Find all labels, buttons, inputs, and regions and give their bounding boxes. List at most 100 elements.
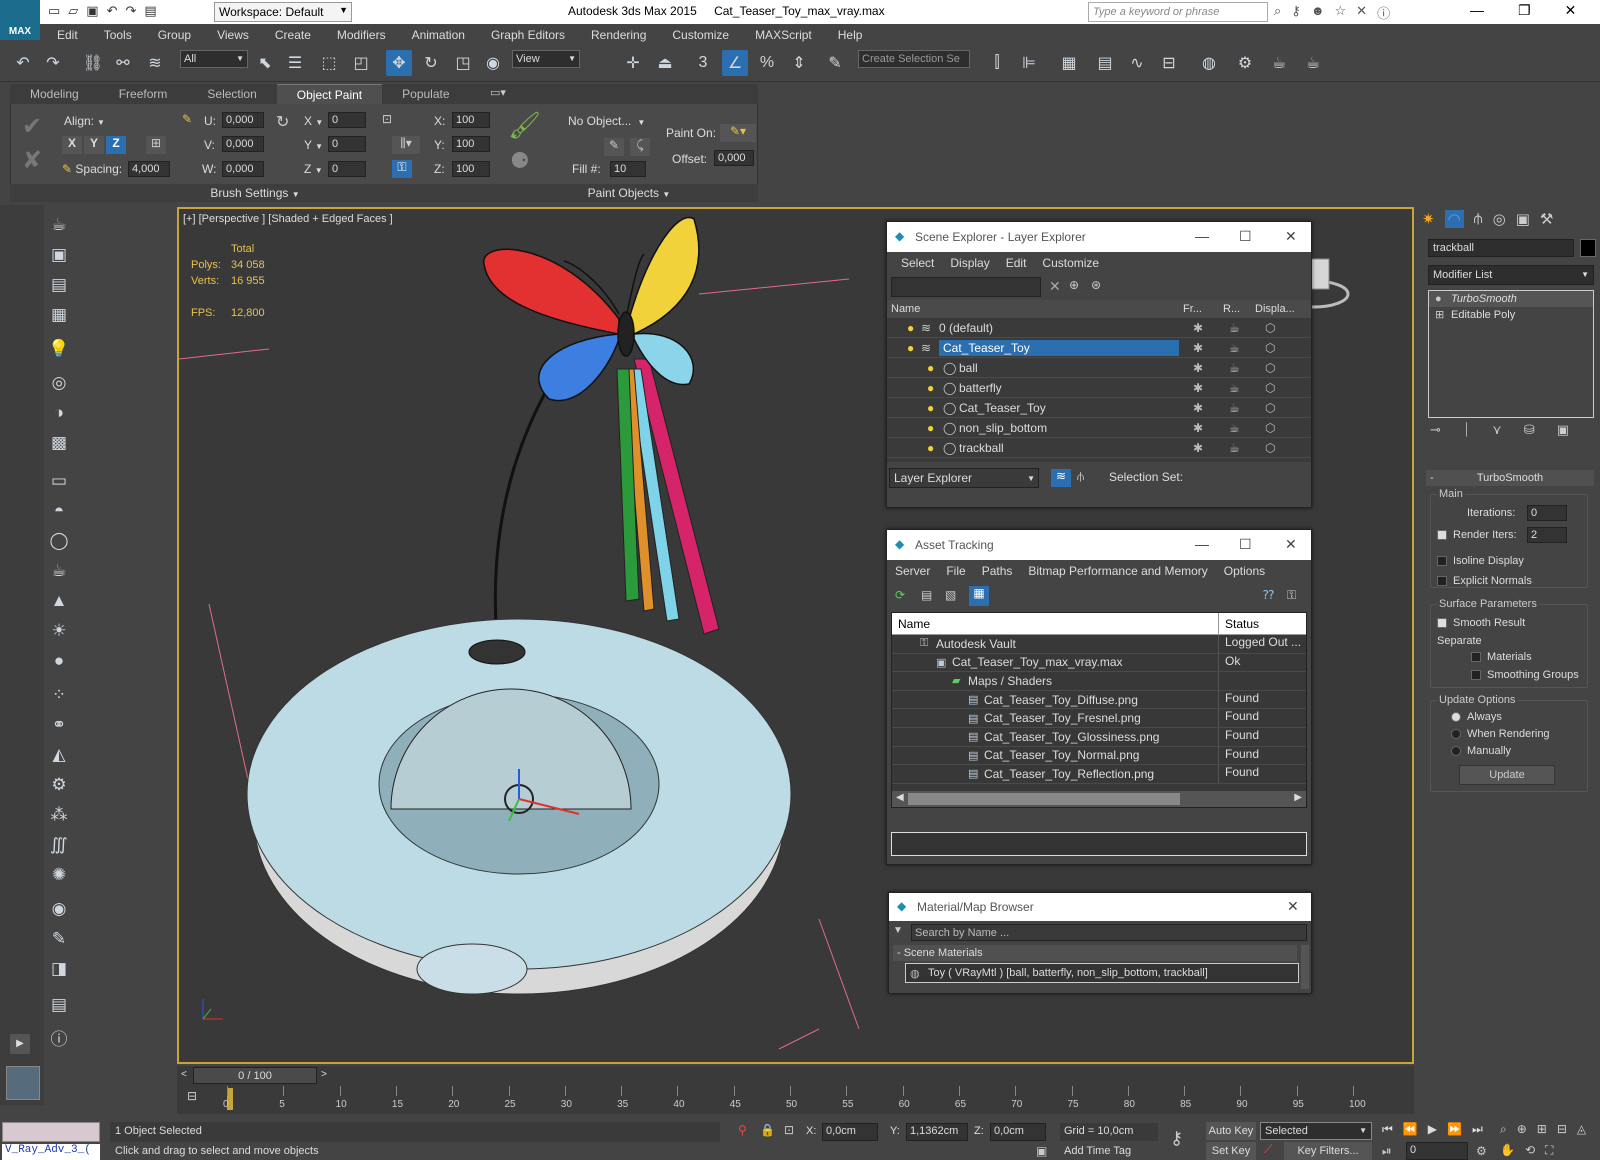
update-button[interactable]: Update [1459, 765, 1555, 785]
display-icon[interactable]: ⬡ [1265, 321, 1275, 335]
align-pick-icon[interactable]: ⊞ [146, 136, 166, 154]
render-iters-spinner[interactable]: 2 [1527, 527, 1567, 543]
axis-z-button[interactable]: Z [106, 136, 126, 154]
gear-icon[interactable]: ⚙ [51, 775, 66, 805]
table-view-icon[interactable]: ▦ [969, 586, 989, 606]
help-icon[interactable]: ⓘ [51, 1025, 68, 1055]
expand-icon[interactable]: ▶ [10, 1034, 30, 1054]
redo-icon[interactable]: ↷ [40, 50, 66, 76]
move-icon[interactable]: ✥ [386, 50, 412, 76]
add-time-tag-button[interactable]: Add Time Tag [1060, 1144, 1158, 1160]
mini-curve-editor-icon[interactable]: ⊟ [187, 1089, 197, 1103]
maxscript-mini-listener[interactable]: V_Ray_Adv_3_( [2, 1144, 100, 1160]
display-icon[interactable]: ⬡ [1265, 441, 1275, 455]
current-frame-spinner[interactable]: 0 [1406, 1142, 1468, 1160]
at-menu-options[interactable]: Options [1216, 564, 1273, 578]
menu-group[interactable]: Group [145, 28, 204, 42]
menu-graph-editors[interactable]: Graph Editors [478, 28, 578, 42]
rotate-icon[interactable]: ↻ [418, 50, 444, 76]
select-by-name-icon[interactable]: ☰ [282, 50, 308, 76]
freeze-icon[interactable]: ✱ [1193, 421, 1203, 435]
smooth-result-checkbox[interactable] [1437, 618, 1447, 629]
se-menu-select[interactable]: Select [893, 256, 942, 270]
dumbbell-icon[interactable]: ⚭ [52, 715, 66, 745]
display-icon[interactable]: ⬡ [1265, 421, 1275, 435]
se-menu-display[interactable]: Display [942, 256, 997, 270]
layer-tree-row[interactable]: ● ≋ 0 (default) ✱ ☕ ⬡ [887, 318, 1311, 338]
pick-object-icon[interactable]: ✎ [604, 138, 624, 156]
auto-key-button[interactable]: Auto Key [1206, 1122, 1256, 1140]
asset-row[interactable]: ▤ Cat_Teaser_Toy_Reflection.png Found [892, 765, 1306, 784]
display-icon[interactable]: ⬡ [1265, 401, 1275, 415]
ribbon-options-icon[interactable]: ▭▾ [490, 86, 506, 99]
render-icon[interactable]: ☕ [1229, 421, 1240, 435]
snaps-toggle-icon[interactable]: 3 [690, 50, 716, 76]
material-editor-icon[interactable]: ◍ [1196, 50, 1222, 76]
layer-explorer-icon[interactable]: ▦ [1056, 50, 1082, 76]
rotate-icon[interactable]: ↻ [276, 112, 289, 132]
display-icon[interactable]: ⬡ [1265, 361, 1275, 375]
ribbon-tab-selection[interactable]: Selection [187, 84, 276, 104]
select-manipulate-icon[interactable]: ⏏ [652, 50, 678, 76]
project-icon[interactable]: ▤ [144, 3, 156, 19]
layer-tree-row[interactable]: ● ◯ trackball ✱ ☕ ⬡ [887, 438, 1311, 458]
pivot-center-icon[interactable]: ✛ [620, 50, 646, 76]
freeze-icon[interactable]: ✱ [1193, 341, 1203, 355]
layers-icon[interactable]: ◨ [51, 959, 67, 995]
workspace-dropdown[interactable]: Workspace: Default ▼ [214, 2, 352, 22]
scale-icon[interactable]: ⊡ [382, 112, 392, 126]
list-view-icon[interactable]: ▤ [921, 588, 932, 602]
key-mode-toggle-icon[interactable]: ⏯ [1382, 1144, 1392, 1159]
thumbnail-view-icon[interactable]: ▧ [945, 588, 956, 602]
schematic-view-icon[interactable]: ⊟ [1156, 50, 1182, 76]
offset-spinner[interactable]: 0,000 [714, 150, 754, 166]
render-setup-icon[interactable]: ⚙ [1232, 50, 1258, 76]
explicit-normals-checkbox[interactable] [1437, 576, 1447, 587]
paint-icon[interactable]: ⤹ [630, 138, 650, 156]
play-icon[interactable]: ▶ [1428, 1122, 1437, 1137]
render-iters-checkbox[interactable] [1437, 530, 1447, 541]
save-icon[interactable]: ▣ [86, 3, 98, 19]
at-menu-file[interactable]: File [938, 564, 973, 578]
time-slider-thumb[interactable]: 0 / 100 [193, 1067, 317, 1084]
clear-search-icon[interactable]: ✕ [1049, 278, 1061, 295]
rot-x-spinner[interactable]: 0 [328, 112, 366, 128]
restore-icon[interactable]: ❐ [1518, 2, 1531, 19]
unlink-icon[interactable]: ⚯ [110, 50, 136, 76]
asset-row[interactable]: ▤ Cat_Teaser_Toy_Normal.png Found [892, 746, 1306, 766]
mirror-icon[interactable]: ⫿ [984, 50, 1010, 76]
menu-maxscript[interactable]: MAXScript [742, 28, 825, 42]
asset-row[interactable]: ▤ Cat_Teaser_Toy_Glossiness.png Found [892, 727, 1306, 747]
rendered-frame-icon[interactable]: ☕ [1266, 50, 1292, 76]
sun-icon[interactable]: ☀ [51, 621, 66, 651]
freeze-icon[interactable]: ✱ [1193, 441, 1203, 455]
v-spinner[interactable]: 0,000 [222, 136, 264, 152]
configure-sets-icon[interactable]: ▣ [1557, 422, 1569, 438]
spacing-spinner[interactable]: 4,000 [128, 161, 170, 177]
reference-coord-dropdown[interactable]: View ▼ [512, 50, 580, 68]
close-icon[interactable]: ✕ [1285, 228, 1297, 245]
material-item[interactable]: ◍ Toy ( VRayMtl ) [ball, batterfly, non_… [905, 963, 1299, 983]
app-logo[interactable]: MAX [0, 0, 40, 40]
scene-materials-section[interactable]: - Scene Materials [893, 945, 1297, 961]
isolate-icon[interactable]: ⚲ [738, 1123, 747, 1137]
key-filters-button[interactable]: Key Filters... [1284, 1142, 1372, 1160]
scene-explorer-search[interactable] [891, 277, 1041, 297]
menu-animation[interactable]: Animation [399, 28, 478, 42]
undo-icon[interactable]: ↶ [10, 50, 36, 76]
open-file-icon[interactable]: ▱ [68, 3, 78, 19]
add-to-layer-icon[interactable]: ⊛ [1091, 278, 1101, 292]
chevron-right-icon[interactable]: > [321, 1069, 327, 1080]
link-icon[interactable]: ⛓ [80, 50, 106, 76]
maximize-viewport-icon[interactable]: ⛶ [1545, 1143, 1553, 1158]
grass-icon[interactable]: ⁂ [51, 805, 68, 835]
orbit-icon[interactable]: ⟲ [1525, 1143, 1535, 1158]
close-icon[interactable]: ✕ [1285, 536, 1297, 553]
grid-icon[interactable]: ⁘ [52, 685, 66, 715]
display-icon[interactable]: ⬡ [1265, 341, 1275, 355]
plane-icon[interactable]: ▭ [51, 471, 67, 501]
key-icon[interactable]: ⚷ [1291, 3, 1301, 22]
paint-on-dropdown[interactable]: ✎▾ [720, 124, 756, 142]
infocenter-search[interactable]: Type a keyword or phrase [1088, 2, 1268, 22]
binoculars-icon[interactable]: ⌕ [1274, 3, 1281, 22]
